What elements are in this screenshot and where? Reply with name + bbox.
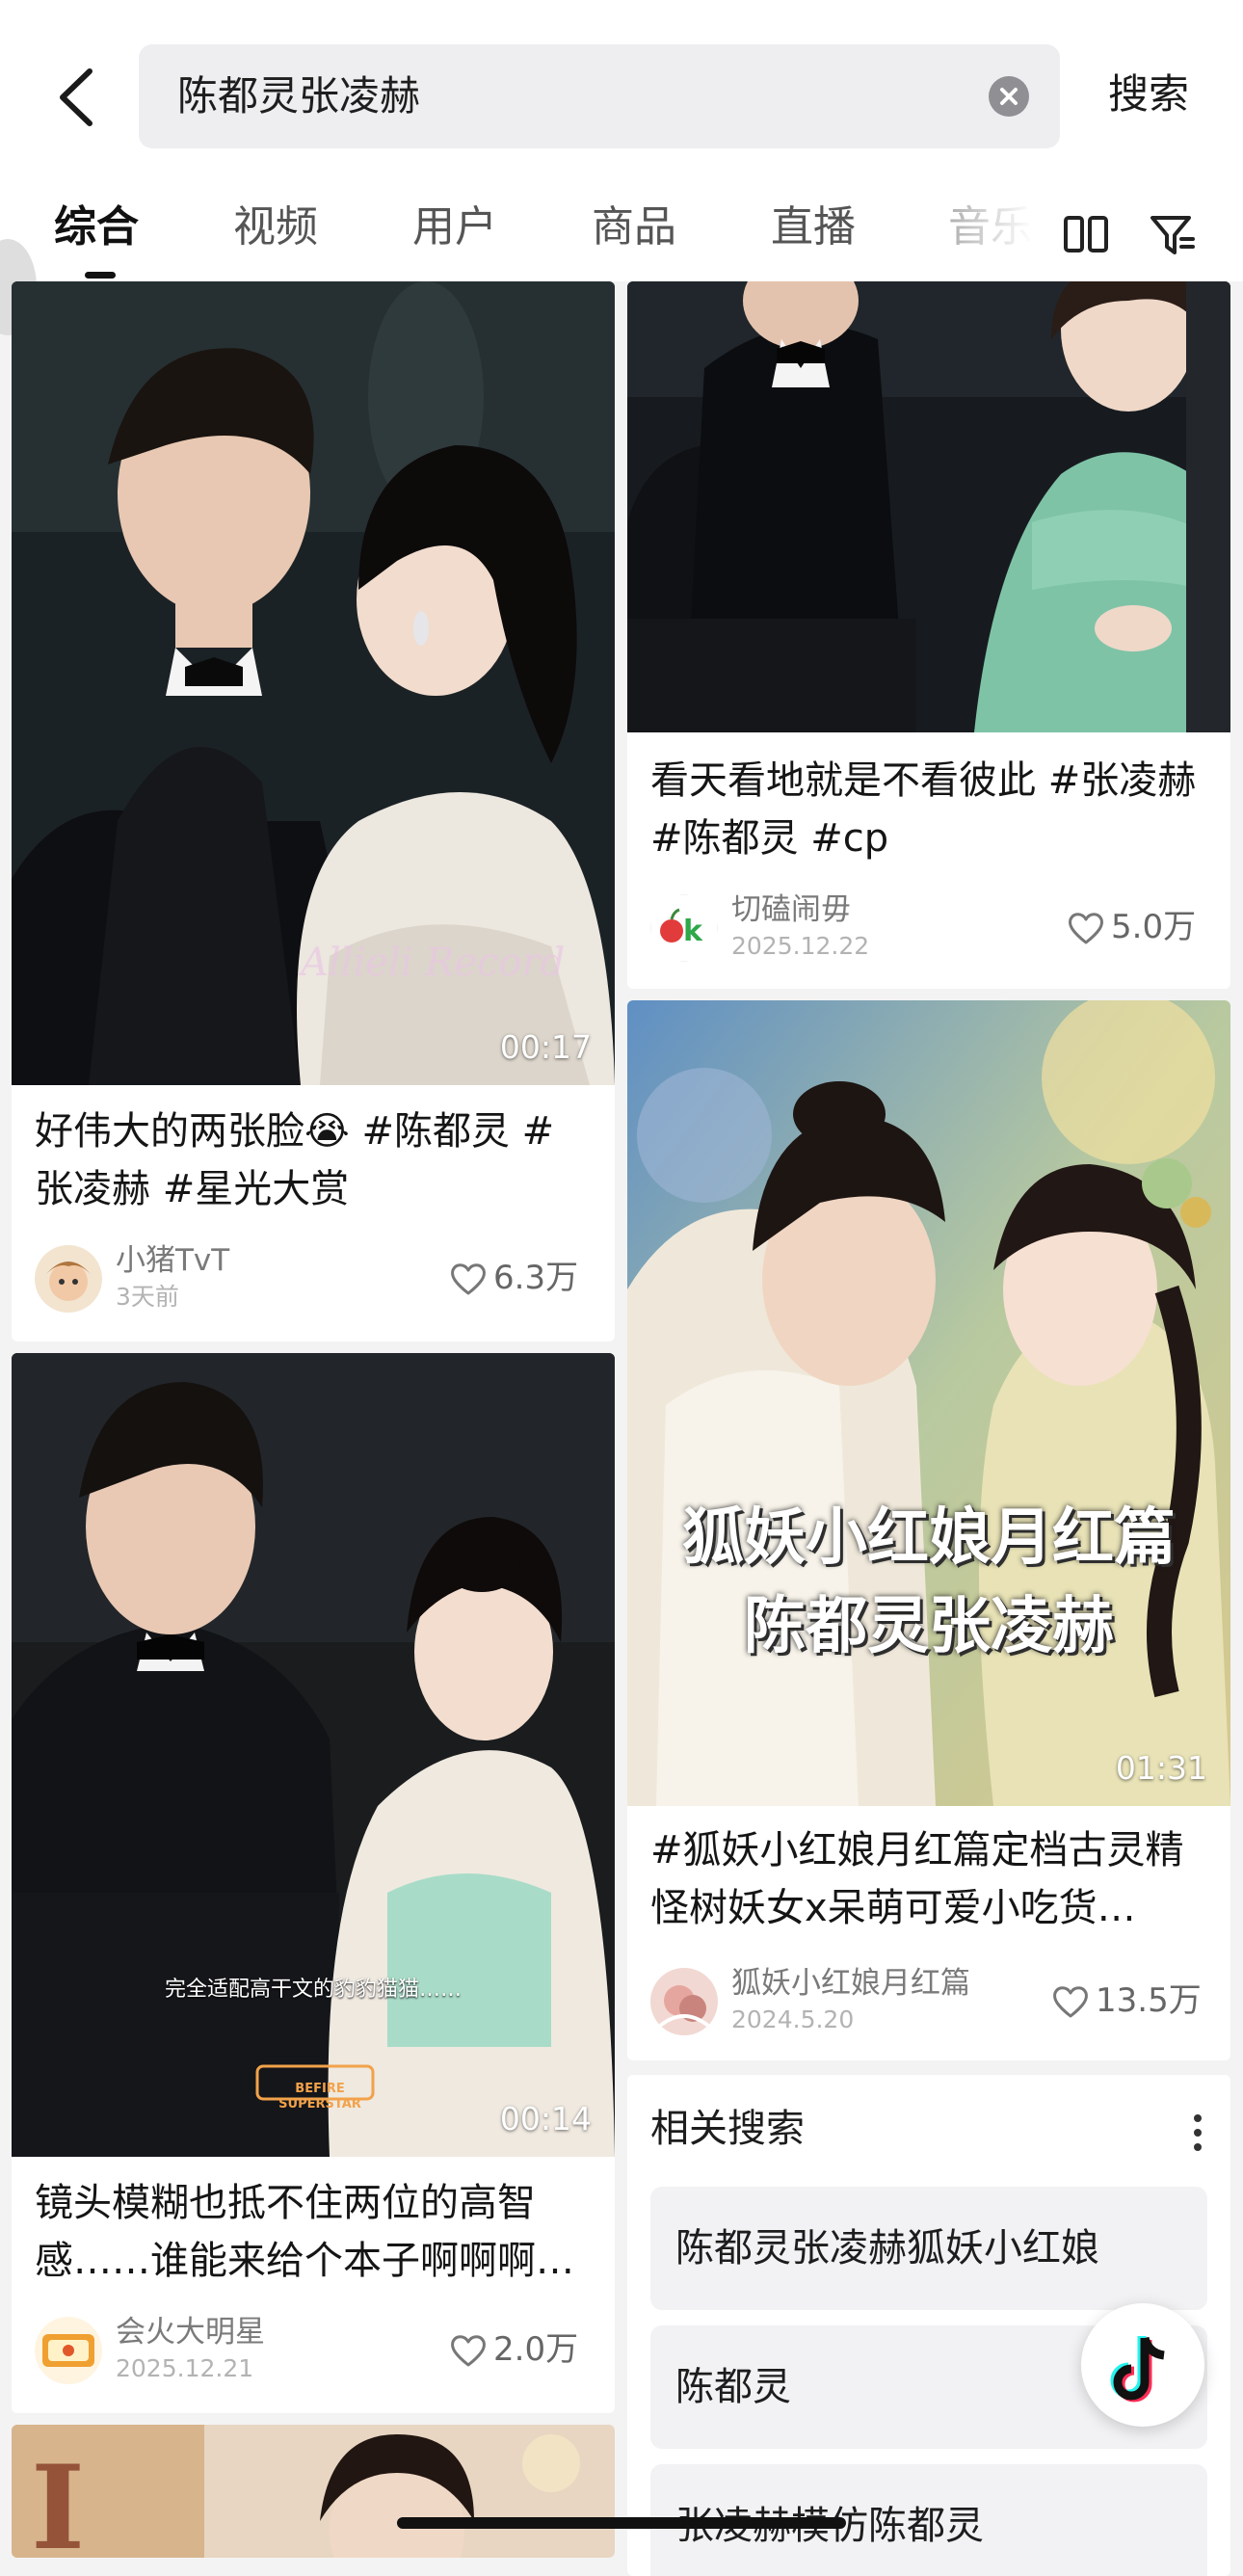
post-date: 3天前	[116, 1283, 179, 1311]
related-search-text: 陈都灵	[675, 2365, 791, 2409]
post-date: 2024.5.20	[731, 2005, 855, 2033]
author-name[interactable]: 小猪TvT	[116, 1241, 229, 1280]
result-card[interactable]: Allieli Record 00:17 好伟大的两张脸😭 #陈都灵 #张凌赫 …	[12, 281, 615, 1341]
active-tab-indicator	[85, 272, 116, 279]
author-avatar[interactable]	[35, 1245, 102, 1313]
card-title[interactable]: 好伟大的两张脸😭 #陈都灵 #张凌赫 #星光大赏	[35, 1102, 592, 1218]
tab-user[interactable]: 用户	[412, 199, 497, 256]
tab-goods[interactable]: 商品	[592, 199, 676, 256]
post-date: 2025.12.22	[731, 932, 870, 960]
card-title[interactable]: 看天看地就是不看彼此 #张凌赫 #陈都灵 #cp	[650, 752, 1207, 867]
search-input[interactable]: 陈都灵张凌赫	[139, 44, 1060, 148]
more-dots-icon[interactable]	[1192, 2113, 1203, 2152]
svg-text:I: I	[31, 2440, 85, 2558]
video-duration: 00:17	[499, 1028, 592, 1066]
card-title[interactable]: #狐妖小红娘月红篇定档古灵精怪树妖女x呆萌可爱小吃货…	[650, 1821, 1207, 1937]
result-card[interactable]: I	[12, 2425, 615, 2558]
search-query-text[interactable]: 陈都灵张凌赫	[177, 69, 420, 123]
video-thumbnail[interactable]: I	[12, 2425, 615, 2558]
video-thumbnail[interactable]: Allieli Record 00:17	[12, 281, 615, 1085]
video-thumbnail[interactable]	[627, 281, 1230, 732]
cover-title-line-2: 陈都灵张凌赫	[744, 1591, 1114, 1662]
result-tabs: 综合 视频 用户 商品 直播 音乐	[0, 191, 1243, 281]
like-count: 6.3万	[493, 1259, 579, 1297]
douyin-float-button[interactable]	[1081, 2303, 1204, 2427]
heart-icon[interactable]	[449, 1261, 488, 1296]
result-card[interactable]: 看天看地就是不看彼此 #张凌赫 #陈都灵 #cp k 切磕闹毋 2025.12.…	[627, 281, 1230, 989]
related-search-item[interactable]: 陈都灵张凌赫狐妖小红娘	[650, 2187, 1207, 2310]
like-count: 2.0万	[493, 2330, 579, 2369]
search-button[interactable]: 搜索	[1108, 67, 1189, 121]
cover-title-line-1: 狐妖小红娘月红篇	[682, 1502, 1176, 1574]
author-avatar[interactable]	[35, 2317, 102, 2384]
author-name[interactable]: 会火大明星	[116, 2313, 265, 2351]
card-title[interactable]: 镜头模糊也抵不住两位的高智感……谁能来给个本子啊啊啊…	[35, 2174, 592, 2290]
related-searches-title: 相关搜索	[650, 2107, 805, 2151]
like-count: 13.5万	[1096, 1981, 1202, 2020]
post-date: 2025.12.21	[116, 2354, 254, 2382]
tab-fade	[925, 191, 1060, 281]
related-search-text: 陈都灵张凌赫狐妖小红娘	[675, 2226, 1099, 2271]
back-arrow-icon[interactable]	[53, 66, 99, 129]
heart-icon[interactable]	[449, 2333, 488, 2368]
filter-icon[interactable]	[1149, 210, 1197, 258]
watermark-logo: BEFIRE SUPERSTAR	[278, 2082, 361, 2111]
video-duration: 01:31	[1115, 1749, 1207, 1787]
video-thumbnail[interactable]: 狐妖小红娘月红篇 陈都灵张凌赫 01:31	[627, 1000, 1230, 1806]
tab-live[interactable]: 直播	[771, 199, 856, 256]
author-name[interactable]: 狐妖小红娘月红篇	[731, 1964, 970, 2003]
clear-icon[interactable]	[989, 76, 1029, 117]
video-duration: 00:14	[499, 2100, 592, 2138]
tab-video[interactable]: 视频	[233, 199, 318, 256]
heart-icon[interactable]	[1067, 911, 1105, 945]
search-header: 陈都灵张凌赫 搜索	[0, 0, 1243, 193]
home-indicator[interactable]	[397, 2517, 846, 2529]
heart-icon[interactable]	[1051, 1984, 1090, 2019]
video-caption: 完全适配高干文的豹豹猫猫……	[164, 1978, 462, 2002]
author-name[interactable]: 切磕闹毋	[731, 890, 851, 929]
video-thumbnail[interactable]: 完全适配高干文的豹豹猫猫…… BEFIRE SUPERSTAR 00:14	[12, 1353, 615, 2157]
svg-text:k: k	[683, 915, 703, 948]
douyin-logo-icon	[1110, 2336, 1165, 2403]
like-count: 5.0万	[1111, 908, 1197, 946]
tab-comprehensive[interactable]: 综合	[54, 199, 139, 256]
svg-text:Allieli Record: Allieli Record	[297, 941, 565, 985]
author-avatar[interactable]	[650, 1968, 718, 2035]
result-card[interactable]: 狐妖小红娘月红篇 陈都灵张凌赫 01:31 #狐妖小红娘月红篇定档古灵精怪树妖女…	[627, 1000, 1230, 2060]
two-column-layout-icon[interactable]	[1062, 210, 1110, 258]
result-card[interactable]: 完全适配高干文的豹豹猫猫…… BEFIRE SUPERSTAR 00:14 镜头…	[12, 1353, 615, 2413]
author-avatar[interactable]: k	[650, 894, 718, 962]
